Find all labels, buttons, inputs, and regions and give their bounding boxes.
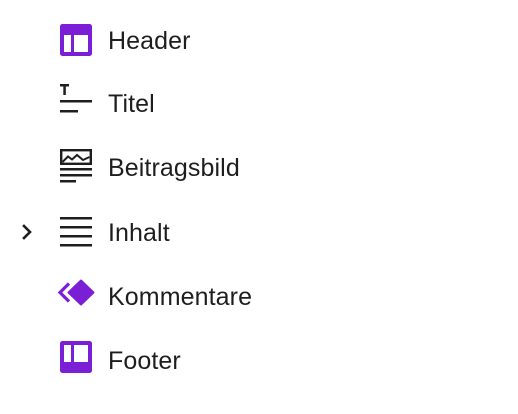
list-item-label: Titel <box>108 90 155 118</box>
list-item-label: Beitragsbild <box>108 154 240 182</box>
post-title-icon <box>60 84 92 113</box>
block-list-view: Header Titel Beitragsbild Inhalt Komment… <box>0 0 518 414</box>
comments-block-icon <box>57 279 95 306</box>
template-part-header-icon <box>60 24 92 56</box>
list-item-content[interactable]: Inhalt <box>0 205 518 261</box>
list-item-label: Kommentare <box>108 283 253 311</box>
post-content-icon <box>60 217 92 247</box>
list-item-label: Footer <box>108 347 181 375</box>
featured-image-icon <box>59 149 93 183</box>
chevron-right-icon[interactable] <box>18 221 38 245</box>
list-item-label: Header <box>108 27 191 55</box>
list-item-comments[interactable]: Kommentare <box>0 269 518 325</box>
list-item-header[interactable]: Header <box>0 13 518 69</box>
list-item-label: Inhalt <box>108 219 170 247</box>
template-part-footer-icon <box>60 341 92 373</box>
list-item-footer[interactable]: Footer <box>0 333 518 389</box>
list-item-title[interactable]: Titel <box>0 76 518 132</box>
list-item-featured-image[interactable]: Beitragsbild <box>0 140 518 196</box>
